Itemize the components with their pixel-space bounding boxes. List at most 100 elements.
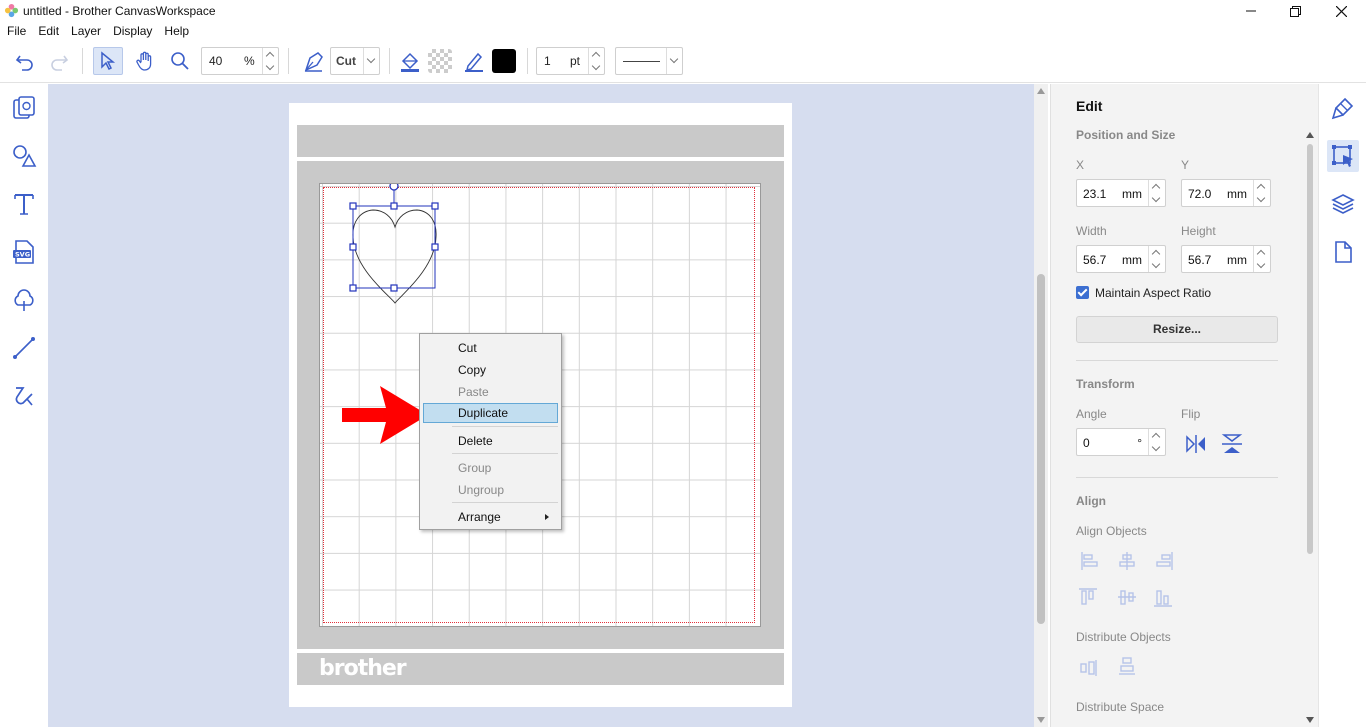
x-position-field[interactable]: 23.1 mm [1076,179,1166,207]
flip-horizontal-icon[interactable] [1185,434,1207,454]
layers-icon [1331,194,1355,214]
width-field[interactable]: 56.7 mm [1076,245,1166,273]
chevron-down-icon[interactable] [1254,259,1270,272]
image-trace-button[interactable] [9,285,39,315]
chevron-down-icon[interactable] [1149,259,1165,272]
tab-layers[interactable] [1327,188,1359,220]
line-width-stepper[interactable] [588,48,604,74]
mat-footer-strip: brother [297,653,784,685]
align-heading: Align [1076,494,1106,508]
align-right-icon[interactable] [1156,552,1173,570]
y-stepper[interactable] [1253,180,1270,206]
panel-vertical-scrollbar[interactable] [1304,84,1318,727]
close-button[interactable] [1318,0,1364,22]
resize-handle[interactable] [431,202,439,210]
canvas-vertical-scrollbar[interactable] [1034,84,1048,727]
context-menu-arrange[interactable]: Arrange [423,507,558,527]
pattern-library-button[interactable] [9,93,39,123]
pan-tool-button[interactable] [130,47,160,75]
minimize-icon [1246,10,1256,12]
align-middle-icon[interactable] [1118,590,1136,605]
line-tool-button[interactable] [9,333,39,363]
chevron-down-icon[interactable] [263,61,278,74]
menu-edit[interactable]: Edit [32,22,65,40]
y-unit: mm [1227,187,1247,201]
flip-vertical-icon[interactable] [1221,434,1243,454]
scroll-up-arrow-icon[interactable] [1037,88,1045,94]
y-position-field[interactable]: 72.0 mm [1181,179,1271,207]
zoom-level-input[interactable]: 40 % [201,47,279,75]
align-left-icon[interactable] [1081,552,1098,570]
angle-field[interactable]: 0 ° [1076,428,1166,456]
line-color-swatch[interactable] [489,47,519,75]
menu-display[interactable]: Display [107,22,158,40]
width-stepper[interactable] [1148,246,1165,272]
select-tool-button[interactable] [93,47,123,75]
maintain-aspect-checkbox[interactable] [1076,286,1089,299]
shapes-button[interactable] [9,141,39,171]
context-menu-copy[interactable]: Copy [423,360,558,380]
chevron-down-icon[interactable] [589,61,604,74]
rotate-handle[interactable] [389,184,399,191]
svg-import-button[interactable]: SVG [9,237,39,267]
scroll-up-arrow-icon[interactable] [1306,132,1314,138]
line-color-button[interactable] [459,47,489,75]
scroll-down-arrow-icon[interactable] [1037,717,1045,723]
align-center-icon[interactable] [1119,552,1135,570]
chevron-up-icon[interactable] [1149,429,1165,442]
zoom-stepper[interactable] [262,48,278,74]
chevron-down-icon[interactable] [1254,193,1270,206]
restore-button[interactable] [1272,0,1318,22]
resize-handle[interactable] [431,243,439,251]
chevron-up-icon[interactable] [1149,246,1165,259]
menu-layer[interactable]: Layer [65,22,107,40]
chevron-down-icon[interactable] [1149,193,1165,206]
align-top-icon[interactable] [1079,588,1097,605]
height-field[interactable]: 56.7 mm [1181,245,1271,273]
context-menu-delete[interactable]: Delete [423,431,558,451]
align-bottom-icon[interactable] [1154,590,1172,607]
line-width-input[interactable]: 1 pt [536,47,605,75]
tab-edit[interactable] [1327,140,1359,172]
resize-handle[interactable] [349,202,357,210]
zoom-tool-button[interactable] [165,47,195,75]
line-style-dropdown[interactable] [615,47,683,75]
minimize-button[interactable] [1228,0,1274,22]
distribute-vertical-icon[interactable] [1119,657,1135,675]
flip-label: Flip [1181,407,1201,421]
chevron-down-icon[interactable] [1149,442,1165,455]
close-icon [1335,5,1347,17]
chevron-up-icon[interactable] [263,48,278,61]
chevron-up-icon[interactable] [1254,246,1270,259]
resize-handle[interactable] [349,284,357,292]
tab-page[interactable] [1327,236,1359,268]
mode-dropdown[interactable]: Cut [330,47,380,75]
redo-button[interactable] [44,47,74,75]
menu-file[interactable]: File [0,22,32,40]
chevron-up-icon[interactable] [1149,180,1165,193]
scroll-down-arrow-icon[interactable] [1306,717,1314,723]
chevron-up-icon[interactable] [589,48,604,61]
undo-button[interactable] [10,47,40,75]
fill-color-button[interactable] [395,47,425,75]
fill-swatch-transparent[interactable] [425,47,455,75]
menu-help[interactable]: Help [158,22,195,40]
x-stepper[interactable] [1148,180,1165,206]
distribute-horizontal-icon[interactable] [1080,660,1097,676]
freehand-tool-button[interactable] [9,381,39,411]
resize-handle[interactable] [349,243,357,251]
freehand-icon [15,387,33,406]
height-stepper[interactable] [1253,246,1270,272]
text-button[interactable] [9,189,39,219]
tab-paint[interactable] [1327,92,1359,124]
context-menu-duplicate[interactable]: Duplicate [423,403,558,423]
resize-handle[interactable] [390,202,398,210]
scrollbar-thumb[interactable] [1037,274,1045,624]
angle-stepper[interactable] [1148,429,1165,455]
chevron-up-icon[interactable] [1254,180,1270,193]
cut-mode-icon-button[interactable] [299,47,329,75]
context-menu-cut[interactable]: Cut [423,338,558,358]
resize-handle[interactable] [390,284,398,292]
scrollbar-thumb[interactable] [1307,144,1313,554]
resize-button[interactable]: Resize... [1076,316,1278,343]
